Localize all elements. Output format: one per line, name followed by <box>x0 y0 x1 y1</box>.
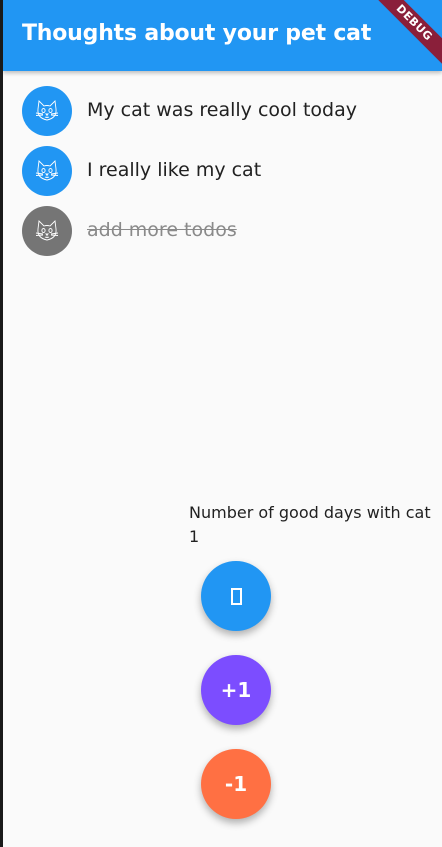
missing-glyph-icon <box>230 587 242 605</box>
cat-icon <box>35 100 59 121</box>
debug-banner: DEBUG <box>372 0 442 70</box>
todo-text: My cat was really cool today <box>87 99 357 121</box>
app-screen: Thoughts about your pet cat DEBUG My cat… <box>3 0 442 847</box>
counter-label: Number of good days with cat <box>189 503 431 522</box>
todo-item[interactable]: add more todos <box>3 201 442 261</box>
cat-icon <box>35 160 59 181</box>
avatar <box>22 86 72 136</box>
debug-banner-label: DEBUG <box>372 0 442 70</box>
todo-item[interactable]: My cat was really cool today <box>3 81 442 141</box>
todo-text: I really like my cat <box>87 159 262 181</box>
decrement-button[interactable]: -1 <box>201 749 271 819</box>
unknown-action-button[interactable] <box>201 561 271 631</box>
todo-list: My cat was really cool today I really li… <box>3 81 442 261</box>
page-title: Thoughts about your pet cat <box>22 21 372 46</box>
avatar <box>22 146 72 196</box>
avatar <box>22 206 72 256</box>
cat-icon <box>35 220 59 241</box>
todo-item[interactable]: I really like my cat <box>3 141 442 201</box>
counter-value: 1 <box>189 527 200 546</box>
todo-text: add more todos <box>87 219 237 241</box>
increment-button[interactable]: +1 <box>201 655 271 725</box>
